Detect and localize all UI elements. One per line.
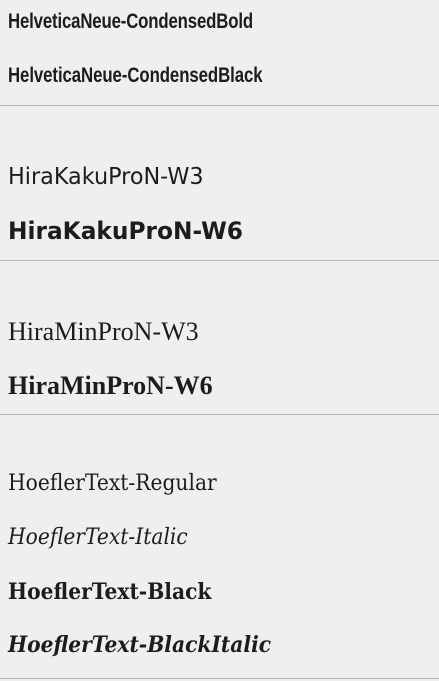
font-item-helveticaneue-condensedbold[interactable]: HelveticaNeue-CondensedBold [8, 11, 353, 32]
font-item-hoeflertext-regular[interactable]: HoeflerText-Regular [8, 473, 405, 495]
font-item-hirakakupron-w6[interactable]: HiraKakuProN-W6 [8, 219, 426, 243]
font-item-hoeflertext-blackitalic[interactable]: HoeflerText-BlackItalic [8, 634, 405, 656]
font-list: HelveticaNeue-CondensedBold HelveticaNeu… [0, 0, 439, 681]
group-divider [0, 105, 439, 106]
font-item-hiraminpron-w6[interactable]: HiraMinProN-W6 [8, 373, 439, 399]
font-item-helveticaneue-condensedblack[interactable]: HelveticaNeue-CondensedBlack [8, 65, 353, 86]
font-item-hirakakupron-w3[interactable]: HiraKakuProN-W3 [8, 166, 426, 189]
group-divider [0, 260, 439, 261]
font-item-hiraminpron-w3[interactable]: HiraMinProN-W3 [8, 319, 439, 345]
font-item-hoeflertext-black[interactable]: HoeflerText-Black [8, 581, 405, 603]
font-item-hoeflertext-italic[interactable]: HoeflerText-Italic [8, 527, 405, 549]
group-divider [0, 414, 439, 415]
group-divider [0, 678, 439, 679]
